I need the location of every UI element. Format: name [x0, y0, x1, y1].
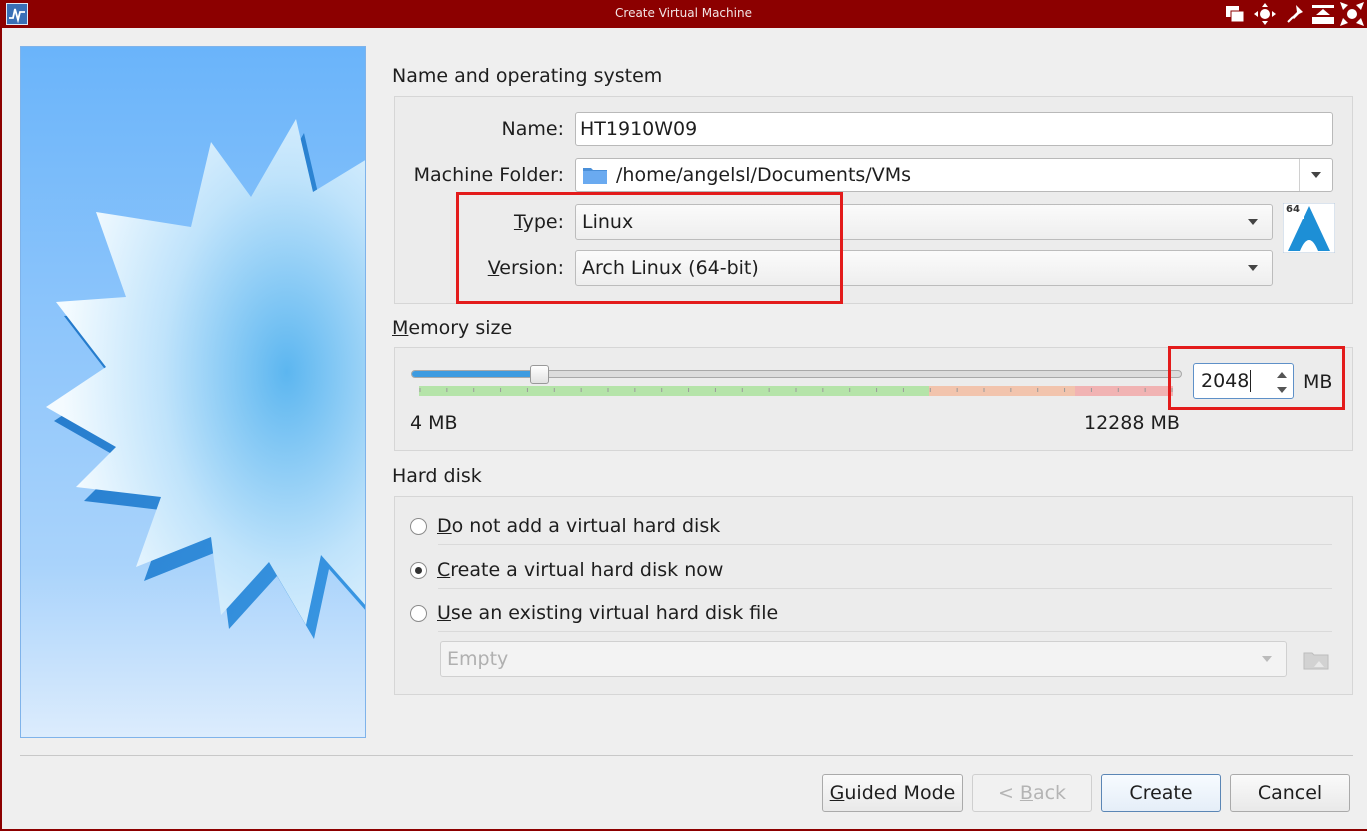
window-title: Create Virtual Machine	[615, 6, 752, 20]
name-value: HT1910W09	[580, 118, 698, 140]
memory-slider-track[interactable]	[411, 370, 1182, 378]
existing-disk-combo[interactable]: Empty	[440, 641, 1287, 677]
memory-max-label: 12288 MB	[1084, 412, 1180, 434]
chevron-down-icon	[1248, 219, 1258, 225]
back-button[interactable]: < Back	[972, 774, 1092, 812]
memory-slider-fill	[412, 371, 540, 377]
memory-section-title: Memory size	[392, 317, 513, 339]
window-border	[0, 28, 2, 831]
radio-create-disk[interactable]: Create a virtual hard disk now	[410, 559, 723, 581]
radio-button-checked[interactable]	[410, 561, 427, 579]
restore-icon[interactable]	[1224, 2, 1246, 26]
memory-slider-handle[interactable]	[529, 365, 549, 384]
machine-folder-value: /home/angelsl/Documents/VMs	[616, 164, 911, 186]
existing-disk-placeholder: Empty	[447, 648, 509, 670]
pin-icon[interactable]	[1284, 2, 1306, 26]
radio-create-disk-label: Create a virtual hard disk now	[437, 559, 724, 581]
guided-mode-button[interactable]: Guided Mode	[822, 774, 963, 812]
divider	[438, 631, 1332, 632]
memory-min-label: 4 MB	[410, 412, 458, 434]
machine-folder-dropdown-button[interactable]	[1299, 159, 1332, 191]
radio-existing-disk[interactable]: Use an existing virtual hard disk file	[410, 602, 778, 624]
memory-slider-ticks	[419, 388, 1173, 392]
radio-no-disk[interactable]: Do not add a virtual hard disk	[410, 515, 720, 537]
create-button[interactable]: Create	[1101, 774, 1221, 812]
cancel-button[interactable]: Cancel	[1230, 774, 1350, 812]
title-bar: Create Virtual Machine	[0, 0, 1367, 28]
separator	[20, 755, 1353, 756]
chevron-down-icon	[1262, 656, 1272, 662]
os-type-icon: 64	[1282, 202, 1336, 254]
hard-disk-section-title: Hard disk	[392, 465, 482, 487]
choose-disk-file-icon[interactable]	[1302, 645, 1330, 673]
radio-existing-disk-label: Use an existing virtual hard disk file	[437, 602, 779, 624]
radio-no-disk-label: Do not add a virtual hard disk	[437, 515, 721, 537]
name-input[interactable]: HT1910W09	[575, 112, 1333, 146]
machine-folder-combo[interactable]: /home/angelsl/Documents/VMs	[575, 158, 1333, 192]
folder-icon	[583, 168, 607, 184]
os-badge-label: 64	[1286, 204, 1300, 215]
type-version-highlight-box	[456, 192, 843, 304]
machine-folder-label: Machine Folder:	[413, 164, 564, 186]
wizard-watermark-image	[20, 46, 366, 738]
name-os-section-title: Name and operating system	[392, 65, 663, 87]
memory-highlight-box	[1168, 346, 1345, 410]
shade-icon[interactable]	[1311, 2, 1334, 26]
radio-button[interactable]	[410, 604, 427, 622]
divider	[438, 544, 1332, 545]
name-label: Name:	[501, 118, 564, 140]
close-icon[interactable]	[1340, 2, 1364, 26]
move-icon[interactable]	[1254, 2, 1276, 26]
divider	[438, 588, 1332, 589]
radio-button[interactable]	[410, 517, 427, 535]
chevron-down-icon	[1311, 172, 1321, 178]
chevron-down-icon	[1248, 265, 1258, 271]
